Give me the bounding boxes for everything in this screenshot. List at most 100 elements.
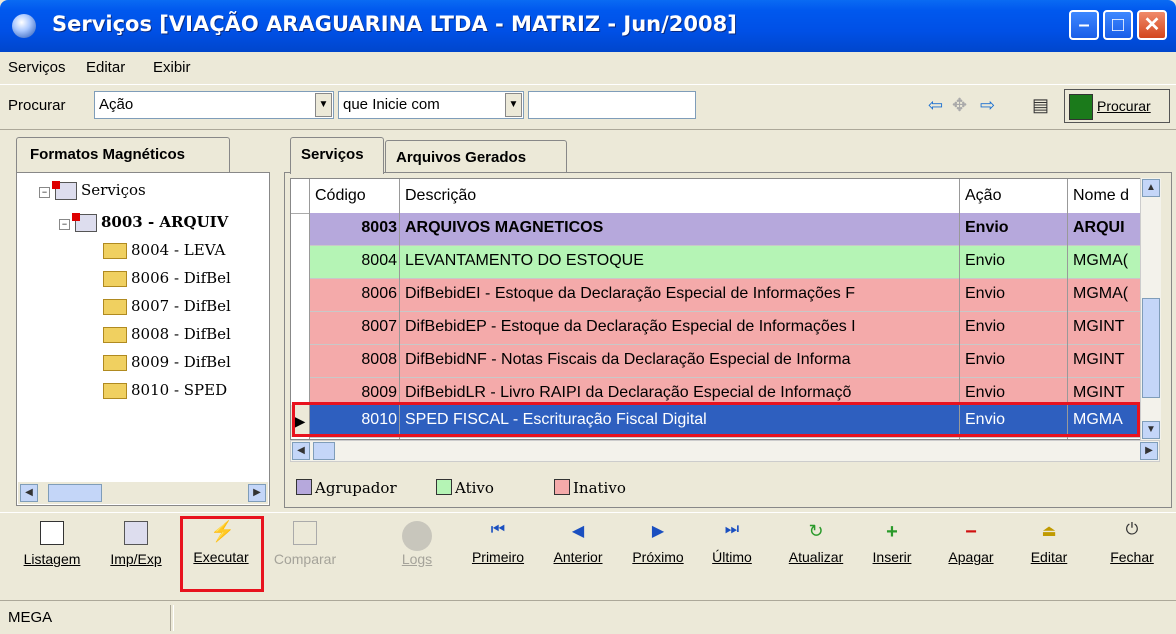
tree-item[interactable]: 8006 - DifBel — [103, 269, 231, 287]
inserir-button[interactable]: + Inserir — [864, 521, 920, 565]
tree-group[interactable]: 8003 - ARQUIV — [72, 213, 228, 232]
scroll-right-icon[interactable]: ▶ — [1140, 442, 1158, 460]
tree-root[interactable]: Serviços — [52, 181, 146, 200]
search-operator-value: que Inicie com — [343, 96, 440, 113]
swatch-icon — [296, 479, 312, 495]
filter-icon[interactable]: ▤ — [1032, 95, 1049, 116]
table-row[interactable]: 8004 LEVANTAMENTO DO ESTOQUE Envio MGMA( — [309, 246, 1141, 279]
import-export-icon — [124, 521, 148, 545]
legend-inativo: Inativo — [554, 479, 626, 497]
horizontal-scrollbar[interactable]: ◀ ▶ — [290, 440, 1160, 462]
column-descricao[interactable]: Descrição — [405, 187, 476, 205]
services-grid: Código Descrição Ação Nome d 8003 ARQUIV… — [290, 178, 1160, 440]
exit-icon: ⏻ — [1125, 521, 1139, 538]
editar-button[interactable]: ⏏ Editar — [1024, 521, 1074, 565]
folder-icon — [52, 181, 77, 200]
menu-servicos[interactable]: Serviços — [8, 59, 66, 76]
close-button[interactable]: ✕ — [1137, 10, 1167, 40]
anterior-button[interactable]: ◀ Anterior — [546, 521, 610, 565]
window-title: Serviços [VIAÇÃO ARAGUARINA LTDA - MATRI… — [52, 12, 737, 36]
arrow-left-icon[interactable]: ⇦ — [928, 95, 943, 116]
folder-icon — [103, 383, 127, 399]
grid-header: Código Descrição Ação Nome d — [291, 179, 1159, 214]
logs-button[interactable]: Logs — [392, 521, 442, 567]
column-acao[interactable]: Ação — [965, 187, 1001, 205]
scroll-up-icon[interactable]: ▲ — [1142, 179, 1160, 197]
binoculars-icon — [1069, 94, 1093, 120]
proximo-button[interactable]: ▶ Próximo — [626, 521, 690, 565]
tab-arquivos-gerados[interactable]: Arquivos Gerados — [385, 140, 567, 174]
scroll-right-icon[interactable]: ▶ — [248, 484, 266, 502]
tab-servicos[interactable]: Serviços — [290, 137, 384, 174]
collapse-icon[interactable]: − — [39, 187, 50, 198]
primeiro-button[interactable]: ⏮ Primeiro — [466, 521, 530, 565]
window: Serviços [VIAÇÃO ARAGUARINA LTDA - MATRI… — [0, 0, 1176, 634]
tree-item[interactable]: 8009 - DifBel — [103, 353, 231, 371]
next-icon: ▶ — [651, 523, 665, 540]
comparar-button[interactable]: Comparar — [266, 521, 344, 567]
tree-item[interactable]: 8007 - DifBel — [103, 297, 231, 315]
table-row[interactable]: 8003 ARQUIVOS MAGNETICOS Envio ARQUI — [309, 213, 1141, 246]
status-bar: MEGA — [0, 600, 1176, 634]
edit-icon: ⏏ — [1041, 523, 1057, 540]
menu-exibir[interactable]: Exibir — [153, 59, 191, 76]
app-icon — [12, 14, 36, 38]
scroll-left-icon[interactable]: ◀ — [292, 442, 310, 460]
swatch-icon — [436, 479, 452, 495]
plus-icon: + — [886, 521, 898, 543]
arrow-right-icon[interactable]: ⇨ — [980, 95, 995, 116]
minimize-button[interactable]: – — [1069, 10, 1099, 40]
tree-item[interactable]: 8010 - SPED — [103, 381, 227, 399]
column-nome[interactable]: Nome d — [1073, 187, 1129, 205]
column-codigo[interactable]: Código — [315, 187, 366, 205]
menu-bar: Serviços Editar Exibir — [0, 52, 1176, 84]
selected-row-highlight — [292, 402, 1140, 437]
apagar-button[interactable]: − Apagar — [942, 521, 1000, 565]
search-input[interactable] — [528, 91, 696, 119]
scroll-left-icon[interactable]: ◀ — [20, 484, 38, 502]
first-icon: ⏮ — [490, 521, 506, 538]
horizontal-scrollbar[interactable]: ◀ ▶ — [18, 482, 268, 504]
table-row[interactable]: 8008 DifBebidNF - Notas Fiscais da Decla… — [309, 345, 1141, 378]
atualizar-button[interactable]: ↻ Atualizar — [776, 521, 856, 565]
chevron-down-icon[interactable]: ▼ — [315, 93, 332, 117]
maximize-button[interactable]: □ — [1103, 10, 1133, 40]
tab-formatos-magneticos[interactable]: Formatos Magnéticos — [16, 137, 230, 173]
title-bar: Serviços [VIAÇÃO ARAGUARINA LTDA - MATRI… — [0, 0, 1176, 52]
imp-exp-button[interactable]: Imp/Exp — [96, 521, 176, 567]
search-operator-select[interactable]: que Inicie com ▼ — [338, 91, 524, 119]
table-row[interactable]: 8006 DifBebidEI - Estoque da Declaração … — [309, 279, 1141, 312]
search-field-select[interactable]: Ação ▼ — [94, 91, 334, 119]
tree-panel: − Serviços − 8003 - ARQUIV 8004 - LEVA 8… — [16, 172, 270, 506]
fechar-button[interactable]: ⏻ Fechar — [1104, 521, 1160, 565]
status-text: MEGA — [8, 609, 53, 626]
scroll-thumb[interactable] — [48, 484, 102, 502]
tree-item[interactable]: 8004 - LEVA — [103, 241, 225, 259]
swatch-icon — [554, 479, 570, 495]
ultimo-button[interactable]: ⏭ Último — [704, 521, 760, 565]
folder-icon — [103, 327, 127, 343]
folder-icon — [103, 355, 127, 371]
last-icon: ⏭ — [724, 521, 740, 538]
column-divider — [959, 179, 960, 439]
scroll-thumb[interactable] — [313, 442, 335, 460]
tree-item[interactable]: 8008 - DifBel — [103, 325, 231, 343]
listagem-button[interactable]: Listagem — [16, 521, 88, 567]
search-bar: Procurar Ação ▼ que Inicie com ▼ ⇦ ✥ ⇨ ▤… — [0, 84, 1176, 130]
folder-icon — [72, 213, 97, 232]
collapse-icon[interactable]: − — [59, 219, 70, 230]
status-divider — [170, 605, 174, 631]
scroll-thumb[interactable] — [1142, 298, 1160, 398]
legend-ativo: Ativo — [436, 479, 494, 497]
toolbar: Listagem Imp/Exp ⚡ Executar Comparar Log… — [0, 512, 1176, 599]
vertical-scrollbar[interactable]: ▲ ▼ — [1140, 178, 1161, 440]
chevron-down-icon[interactable]: ▼ — [505, 93, 522, 117]
executar-highlight — [180, 516, 264, 592]
scroll-down-icon[interactable]: ▼ — [1142, 421, 1160, 439]
column-divider — [309, 179, 310, 439]
table-row[interactable]: 8007 DifBebidEP - Estoque da Declaração … — [309, 312, 1141, 345]
move-icon: ✥ — [952, 95, 968, 115]
search-button[interactable]: Procurar — [1064, 89, 1170, 123]
magnifier-icon — [402, 521, 432, 551]
menu-editar[interactable]: Editar — [86, 59, 125, 76]
